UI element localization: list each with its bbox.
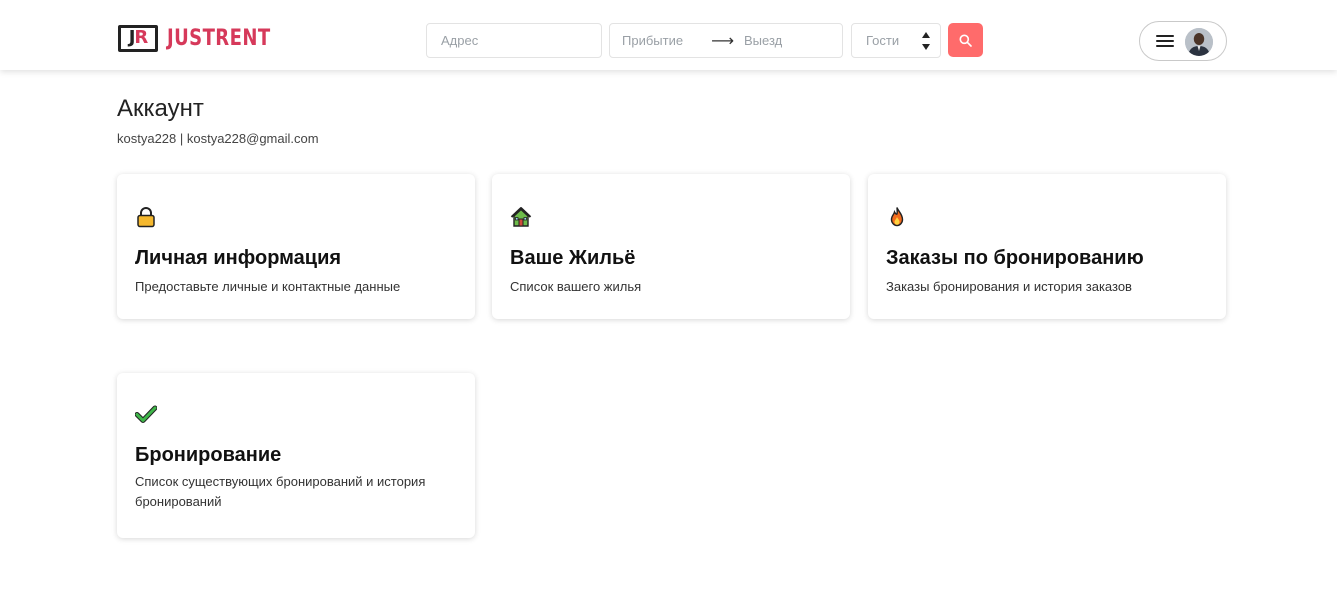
avatar — [1185, 28, 1213, 56]
search-icon — [959, 34, 972, 47]
arrival-placeholder[interactable]: Прибытие — [622, 33, 683, 48]
page-title: Аккаунт — [117, 95, 204, 122]
guests-placeholder: Гости — [866, 33, 900, 48]
card-personal-info[interactable]: Личная информация Предоставьте личные и … — [117, 174, 475, 319]
logo-mark-r: R — [134, 27, 148, 48]
search-button[interactable] — [948, 23, 983, 57]
card-booking-orders[interactable]: Заказы по бронированию Заказы бронирован… — [868, 174, 1226, 319]
card-bookings[interactable]: Бронирование Список существующих брониро… — [117, 373, 475, 538]
address-input[interactable]: Адрес — [426, 23, 602, 58]
card-description: Список вашего жилья — [510, 279, 642, 294]
card-description: Заказы бронирования и история заказов — [886, 279, 1132, 294]
card-description: Предоставьте личные и контактные данные — [135, 279, 401, 294]
lock-icon — [135, 206, 157, 228]
logo-text: JUSTRENT — [167, 25, 271, 51]
user-info: kostya228 | kostya228@gmail.com — [117, 131, 319, 146]
guests-stepper[interactable]: Гости — [851, 23, 941, 58]
increment-icon[interactable] — [922, 32, 930, 38]
top-navbar: JR JUSTRENT Адрес Прибытие ⟶ Выезд Гости — [0, 0, 1337, 70]
checkmark-icon — [134, 403, 158, 425]
stepper-arrows — [922, 27, 932, 55]
user-menu-button[interactable] — [1139, 21, 1227, 61]
house-icon — [510, 206, 532, 228]
arrow-right-icon: ⟶ — [711, 32, 735, 50]
card-title: Заказы по бронированию — [886, 247, 1144, 269]
logo-mark: JR — [118, 24, 158, 52]
card-your-housing[interactable]: Ваше Жильё Список вашего жилья — [492, 174, 850, 319]
address-placeholder: Адрес — [441, 33, 479, 48]
date-range-input[interactable]: Прибытие ⟶ Выезд — [609, 23, 843, 58]
card-description: Список существующих бронирований и истор… — [135, 474, 426, 509]
departure-placeholder[interactable]: Выезд — [744, 33, 782, 48]
hamburger-icon — [1156, 34, 1174, 48]
fire-icon — [886, 206, 908, 228]
decrement-icon[interactable] — [922, 44, 930, 50]
logo[interactable]: JR JUSTRENT — [118, 24, 293, 52]
card-title: Ваше Жильё — [510, 247, 636, 269]
card-title: Бронирование — [135, 444, 282, 466]
card-title: Личная информация — [135, 247, 342, 269]
